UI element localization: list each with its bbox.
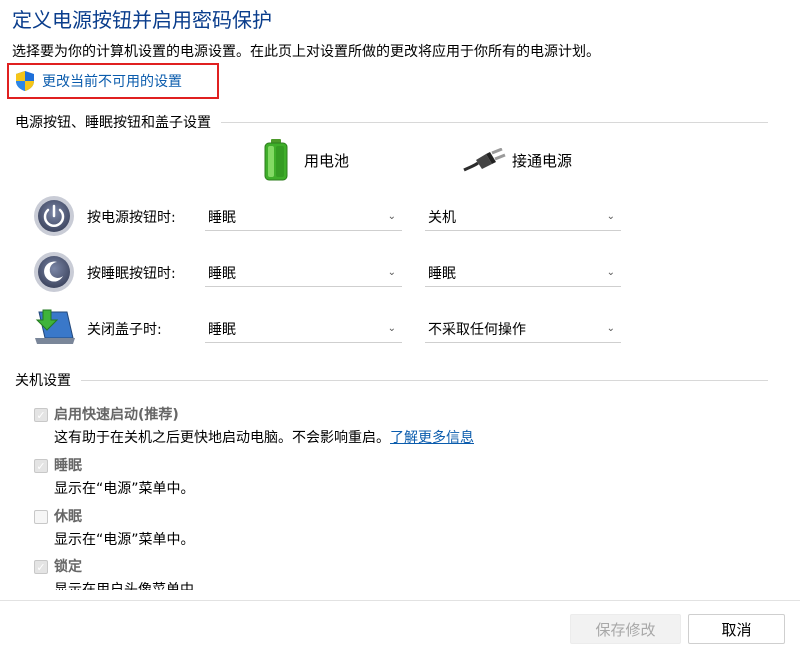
section-title: 关机设置	[15, 373, 71, 389]
column-header-battery: 用电池	[262, 138, 349, 182]
lock-description: 显示在用户头像菜单中。	[54, 582, 208, 590]
sleep-checkbox[interactable]: ✓	[34, 459, 48, 473]
chevron-down-icon: ⌄	[606, 267, 615, 278]
chevron-down-icon: ⌄	[606, 323, 615, 334]
sleep-button-battery-select[interactable]: 睡眠 ⌄	[205, 259, 402, 287]
hibernate-description: 显示在“电源”菜单中。	[54, 532, 195, 548]
sleep-label: 睡眠	[54, 458, 82, 474]
plugged-column-label: 接通电源	[512, 151, 573, 170]
selected-value: 睡眠	[208, 265, 236, 282]
hibernate-label: 休眠	[54, 509, 82, 525]
hibernate-checkbox[interactable]	[34, 510, 48, 524]
fast-startup-checkbox[interactable]: ✓	[34, 408, 48, 422]
column-header-plugged: 接通电源	[462, 148, 572, 172]
lid-close-plugged-select[interactable]: 不采取任何操作 ⌄	[425, 315, 621, 343]
fast-startup-label: 启用快速启动(推荐)	[54, 407, 179, 423]
lid-close-battery-select[interactable]: 睡眠 ⌄	[205, 315, 402, 343]
checkmark-icon: ✓	[36, 560, 46, 574]
cancel-button[interactable]: 取消	[688, 614, 785, 644]
section-title: 电源按钮、睡眠按钮和盖子设置	[15, 115, 211, 131]
chevron-down-icon: ⌄	[387, 211, 396, 222]
power-button-icon	[33, 195, 75, 241]
change-unavailable-settings-link[interactable]: 更改当前不可用的设置	[7, 63, 219, 99]
section-divider	[81, 379, 768, 381]
chevron-down-icon: ⌄	[387, 267, 396, 278]
plug-icon	[462, 148, 506, 172]
sleep-button-label: 按睡眠按钮时:	[87, 266, 176, 282]
checkmark-icon: ✓	[36, 459, 46, 473]
footer-divider	[0, 600, 800, 601]
laptop-lid-icon	[33, 308, 77, 352]
power-button-label: 按电源按钮时:	[87, 210, 176, 226]
shutdown-section-header: 关机设置	[15, 370, 768, 390]
lid-close-label: 关闭盖子时:	[87, 322, 162, 338]
sleep-button-icon	[33, 251, 75, 297]
battery-column-label: 用电池	[304, 151, 350, 170]
battery-icon	[262, 138, 290, 182]
power-button-battery-select[interactable]: 睡眠 ⌄	[205, 203, 402, 231]
scroll-clip: 显示在用户头像菜单中。	[0, 574, 800, 590]
chevron-down-icon: ⌄	[606, 211, 615, 222]
checkmark-icon: ✓	[36, 408, 46, 422]
page-description: 选择要为你的计算机设置的电源设置。在此页上对设置所做的更改将应用于你所有的电源计…	[12, 44, 600, 60]
section-divider	[221, 121, 768, 123]
selected-value: 睡眠	[208, 321, 236, 338]
learn-more-link[interactable]: 了解更多信息	[390, 430, 474, 446]
save-changes-button[interactable]: 保存修改	[570, 614, 681, 644]
lock-label: 锁定	[54, 559, 82, 575]
selected-value: 不采取任何操作	[428, 321, 526, 338]
description-text: 这有助于在关机之后更快地启动电脑。不会影响重启。	[54, 430, 390, 446]
selected-value: 睡眠	[208, 209, 236, 226]
sleep-button-plugged-select[interactable]: 睡眠 ⌄	[425, 259, 621, 287]
lock-checkbox[interactable]: ✓	[34, 560, 48, 574]
fast-startup-description: 这有助于在关机之后更快地启动电脑。不会影响重启。了解更多信息	[54, 427, 474, 447]
selected-value: 关机	[428, 209, 456, 226]
sleep-description: 显示在“电源”菜单中。	[54, 481, 195, 497]
power-buttons-section-header: 电源按钮、睡眠按钮和盖子设置	[15, 112, 768, 132]
page-title: 定义电源按钮并启用密码保护	[12, 8, 272, 32]
chevron-down-icon: ⌄	[387, 323, 396, 334]
uac-shield-icon	[14, 70, 36, 92]
change-settings-link-label: 更改当前不可用的设置	[42, 74, 182, 90]
selected-value: 睡眠	[428, 265, 456, 282]
power-button-plugged-select[interactable]: 关机 ⌄	[425, 203, 621, 231]
